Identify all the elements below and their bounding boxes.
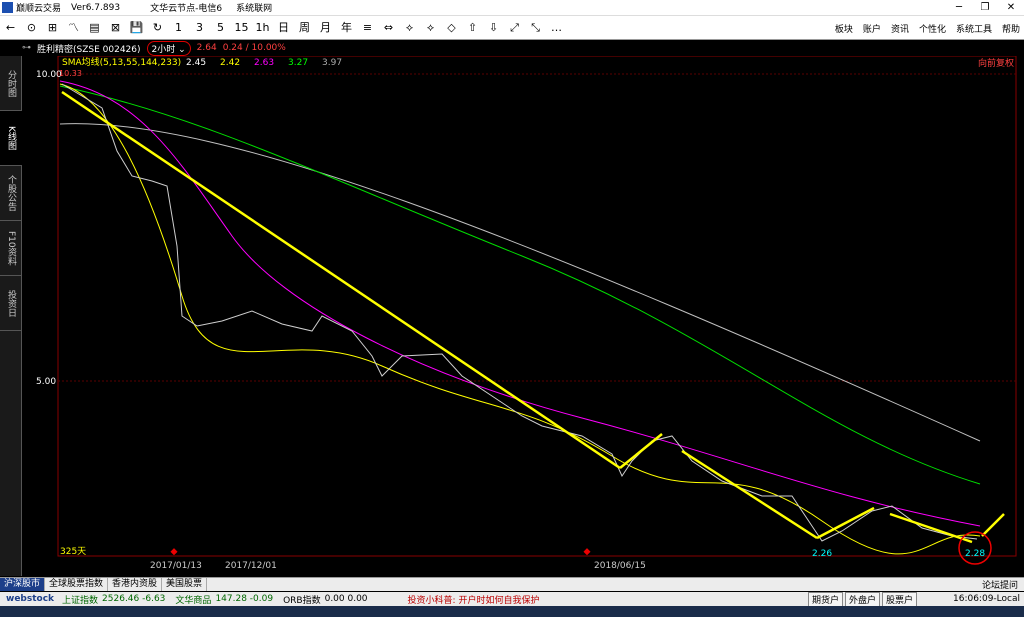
sma-value: 3.27 xyxy=(288,58,308,68)
sh-index-label: 上证指数 xyxy=(62,595,99,606)
clock: 16:06:09-Local xyxy=(953,594,1020,604)
price-change: 0.24 / 10.00% xyxy=(222,43,286,53)
app-name: 巅顺云交易 xyxy=(16,4,62,14)
toolbar-button[interactable]: ⇔ xyxy=(378,17,399,39)
wh-label: 文华商品 xyxy=(175,595,212,606)
market-tab[interactable]: 美国股票 xyxy=(162,578,208,591)
sma-value: 2.42 xyxy=(220,58,240,68)
toolbar-button[interactable]: ⊞ xyxy=(42,17,63,39)
menu-item[interactable]: 板块 xyxy=(835,22,853,35)
sma-value: 3.97 xyxy=(322,58,342,68)
stock-link-icon: ⊶ xyxy=(22,43,31,53)
low-label: 2.26 xyxy=(812,549,832,559)
side-tab[interactable]: K线图 xyxy=(0,111,22,166)
sma-value: 2.63 xyxy=(254,58,274,68)
menu-item[interactable]: 账户 xyxy=(863,22,881,35)
menu-item[interactable]: 帮助 xyxy=(1002,22,1020,35)
toolbar-button[interactable]: ⇩ xyxy=(483,17,504,39)
side-tab[interactable]: F10资料 xyxy=(0,221,22,276)
side-tab[interactable]: 分时图 xyxy=(0,56,22,111)
title-bar: 巅顺云交易 Ver6.7.893 文华云节点-电信6 系统联网 ─ ❐ ✕ xyxy=(0,0,1024,16)
market-tab[interactable]: 香港内资股 xyxy=(108,578,163,591)
server-node: 文华云节点-电信6 xyxy=(150,4,223,14)
toolbar-button[interactable]: 1h xyxy=(252,17,273,39)
ytick-label: 5.00 xyxy=(36,377,56,387)
period-select[interactable]: 2小时 ⌄ xyxy=(146,40,191,56)
app-version: Ver6.7.893 xyxy=(71,2,121,13)
market-tab[interactable]: 全球股票指数 xyxy=(45,578,109,591)
toolbar-button[interactable]: ⟡ xyxy=(420,17,441,39)
minimize-icon[interactable]: ─ xyxy=(946,0,972,16)
stock-name: 胜利精密(SZSE 002426) xyxy=(37,44,141,55)
toolbar-button[interactable]: 💾 xyxy=(126,17,147,39)
xtick-label: 2017/12/01 xyxy=(225,561,277,571)
orb-label: ORB指数 xyxy=(283,595,321,606)
toolbar-button[interactable]: 5 xyxy=(210,17,231,39)
menu-item[interactable]: 资讯 xyxy=(891,22,909,35)
toolbar-button[interactable]: ⊙ xyxy=(21,17,42,39)
toolbar-button[interactable]: 15 xyxy=(231,17,252,39)
sma-label: SMA均线(5,13,55,144,233) xyxy=(62,56,181,68)
side-tab[interactable]: 个股公告 xyxy=(0,166,22,221)
chart-header: ⊶ 胜利精密(SZSE 002426) 2小时 ⌄ 2.64 0.24 / 10… xyxy=(22,40,1024,56)
toolbar-button[interactable]: 〽 xyxy=(63,17,84,39)
sma-value: 2.45 xyxy=(186,58,206,68)
toolbar-button[interactable]: 周 xyxy=(294,17,315,39)
xtick-label: 2017/01/13 xyxy=(150,561,202,571)
account-button[interactable]: 股票户 xyxy=(882,591,918,607)
toolbar-button[interactable]: ← xyxy=(0,17,21,39)
menu-item[interactable]: 个性化 xyxy=(919,22,946,35)
toolbar-button[interactable]: ⇧ xyxy=(462,17,483,39)
low-label: 2.28 xyxy=(965,549,985,559)
toolbar-button[interactable]: ⤡ xyxy=(525,17,546,39)
toolbar-button[interactable]: 1 xyxy=(168,17,189,39)
toolbar-button[interactable]: … xyxy=(546,17,567,39)
high-label: 10.33 xyxy=(59,69,82,78)
xtick-label: 2018/06/15 xyxy=(594,561,646,571)
orb-value: 0.00 0.00 xyxy=(324,594,368,604)
toolbar-button[interactable]: ⟡ xyxy=(399,17,420,39)
app-logo-icon xyxy=(2,2,13,13)
toolbar-button[interactable]: ↻ xyxy=(147,17,168,39)
toolbar-button[interactable]: 年 xyxy=(336,17,357,39)
menu-item[interactable]: 系统工具 xyxy=(956,22,992,35)
sh-index-value: 2526.46 -6.63 xyxy=(102,594,166,604)
network-status: 系统联网 xyxy=(236,4,273,14)
market-tab[interactable]: 沪深股市 xyxy=(0,578,46,591)
side-tab[interactable]: 投资日 xyxy=(0,276,22,331)
toolbar-button[interactable]: 月 xyxy=(315,17,336,39)
kline-chart[interactable]: 10.00 5.00 10.33 SMA均线(5,13,55,144,233) … xyxy=(22,55,1024,576)
forum-button[interactable]: 论坛提问 xyxy=(982,578,1018,591)
toolbar-button[interactable]: ◇ xyxy=(441,17,462,39)
toolbar-button[interactable]: ≡ xyxy=(357,17,378,39)
market-tabs: 沪深股市 全球股票指数 香港内资股 美国股票 xyxy=(0,577,1024,591)
toolbar-button[interactable]: 3 xyxy=(189,17,210,39)
status-bar: webstock 上证指数 2526.46 -6.63 文华商品 147.28 … xyxy=(0,591,1024,607)
main-menu: 板块 账户 资讯 个性化 系统工具 帮助 xyxy=(835,16,1020,40)
brand-logo: webstock xyxy=(6,594,55,604)
toolbar-button[interactable]: ▤ xyxy=(84,17,105,39)
days-label: 325天 xyxy=(60,547,86,557)
side-tabs: 分时图 K线图 个股公告 F10资料 投资日 xyxy=(0,56,22,576)
toolbar-button[interactable]: 日 xyxy=(273,17,294,39)
last-price: 2.64 xyxy=(196,43,217,53)
chart-svg: 10.00 5.00 10.33 SMA均线(5,13,55,144,233) … xyxy=(36,55,1017,571)
taskbar xyxy=(0,606,1024,617)
toolbar-button[interactable]: ⤢ xyxy=(504,17,525,39)
restore-icon[interactable]: ❐ xyxy=(972,0,998,16)
close-icon[interactable]: ✕ xyxy=(998,0,1024,16)
account-button[interactable]: 外盘户 xyxy=(845,591,881,607)
news-ticker[interactable]: 投资小科普: 开户时如何自我保护 xyxy=(408,593,540,606)
toolbar-button[interactable]: ⊠ xyxy=(105,17,126,39)
wh-value: 147.28 -0.09 xyxy=(215,594,274,604)
fuquan-label: 向前复权 xyxy=(978,57,1014,69)
account-button[interactable]: 期货户 xyxy=(808,591,844,607)
